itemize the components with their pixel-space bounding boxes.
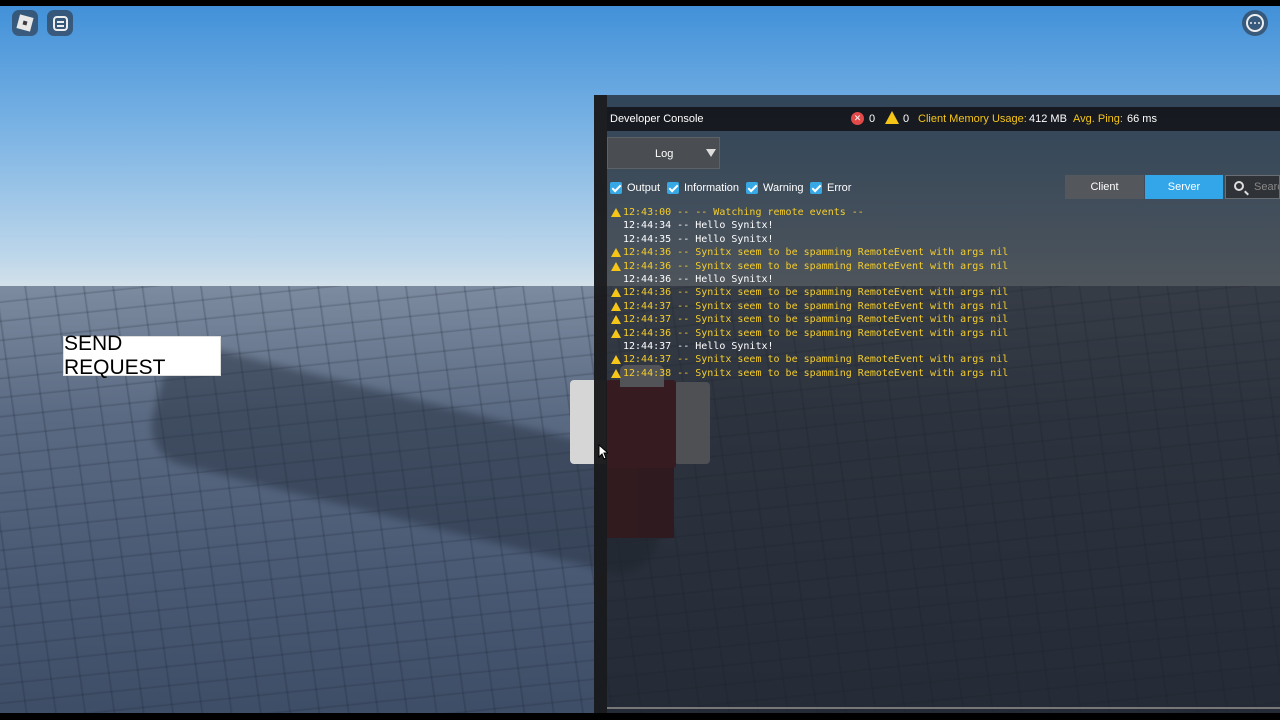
log-row: 12:44:37 -- Hello Synitx!: [609, 340, 1269, 353]
error-count: 0: [869, 113, 876, 125]
developer-console: Developer Console ✕ 0 0 Client Memory Us…: [594, 95, 1280, 713]
log-text: 12:44:34 -- Hello Synitx!: [623, 220, 774, 232]
filter-label: Output: [627, 182, 661, 194]
checkbox-checked-icon[interactable]: [746, 182, 758, 194]
log-row: 12:44:37 -- Synitx seem to be spamming R…: [609, 353, 1269, 366]
filter-information[interactable]: Information: [667, 181, 739, 195]
warning-icon: [611, 355, 621, 365]
log-text: 12:44:37 -- Synitx seem to be spamming R…: [623, 314, 1009, 326]
log-text: 12:44:36 -- Synitx seem to be spamming R…: [623, 260, 1009, 272]
log-row: 12:43:00 -- -- Watching remote events --: [609, 206, 1269, 219]
search-placeholder: Search: [1254, 181, 1279, 193]
warning-icon: [611, 301, 621, 311]
ping-value: 66 ms: [1127, 113, 1157, 125]
log-text: 12:44:38 -- Synitx seem to be spamming R…: [623, 367, 1009, 379]
log-text: 12:44:35 -- Hello Synitx!: [623, 233, 774, 245]
checkbox-checked-icon[interactable]: [810, 182, 822, 194]
send-request-button[interactable]: SEND REQUEST: [63, 332, 221, 379]
warning-icon: [611, 328, 621, 338]
log-row: 12:44:36 -- Synitx seem to be spamming R…: [609, 260, 1269, 273]
chat-icon: [52, 15, 68, 31]
log-text: 12:44:36 -- Synitx seem to be spamming R…: [623, 287, 1009, 299]
log-text: 12:44:36 -- Synitx seem to be spamming R…: [623, 247, 1009, 259]
console-header: Developer Console ✕ 0 0 Client Memory Us…: [607, 107, 1280, 131]
checkbox-checked-icon[interactable]: [667, 182, 679, 194]
roblox-menu-button[interactable]: [12, 10, 38, 36]
chat-button[interactable]: [47, 10, 73, 36]
warning-icon: [611, 248, 621, 258]
console-title: Developer Console: [610, 113, 704, 125]
log-text: 12:44:37 -- Synitx seem to be spamming R…: [623, 300, 1009, 312]
filter-output[interactable]: Output: [610, 181, 660, 195]
log-row: 12:44:36 -- Synitx seem to be spamming R…: [609, 246, 1269, 259]
chevron-down-icon: [706, 149, 716, 157]
mouse-cursor-icon: [598, 444, 608, 460]
letterbox-top: [0, 0, 1280, 6]
ping-label: Avg. Ping:: [1073, 113, 1123, 125]
log-row: 12:44:35 -- Hello Synitx!: [609, 233, 1269, 246]
memory-label: Client Memory Usage:: [918, 113, 1027, 125]
warning-icon: [611, 261, 621, 271]
filter-label: Warning: [763, 182, 804, 194]
log-text: 12:44:36 -- Synitx seem to be spamming R…: [623, 327, 1009, 339]
log-row: 12:44:36 -- Synitx seem to be spamming R…: [609, 286, 1269, 299]
filter-warning[interactable]: Warning: [746, 181, 804, 195]
log-row: 12:44:34 -- Hello Synitx!: [609, 219, 1269, 232]
checkbox-checked-icon[interactable]: [610, 182, 622, 194]
warning-icon: [611, 288, 621, 298]
dropdown-value: Log: [655, 148, 674, 160]
more-options-button[interactable]: [1242, 10, 1268, 36]
command-bar-divider: [607, 707, 1280, 709]
warning-icon: [611, 368, 621, 378]
warning-icon: [611, 315, 621, 325]
log-text: 12:44:37 -- Synitx seem to be spamming R…: [623, 354, 1009, 366]
error-icon: ✕: [851, 112, 864, 125]
search-icon: [1234, 181, 1244, 191]
filter-label: Error: [827, 182, 852, 194]
log-text: 12:44:36 -- Hello Synitx!: [623, 273, 774, 285]
search-input[interactable]: Search: [1225, 175, 1280, 199]
roblox-logo-icon: [16, 14, 34, 32]
log-row: 12:44:37 -- Synitx seem to be spamming R…: [609, 313, 1269, 326]
log-text: 12:44:37 -- Hello Synitx!: [623, 340, 774, 352]
log-list[interactable]: 12:43:00 -- -- Watching remote events --…: [609, 206, 1269, 380]
filter-label: Information: [684, 182, 740, 194]
log-row: 12:44:36 -- Synitx seem to be spamming R…: [609, 327, 1269, 340]
log-text: 12:43:00 -- -- Watching remote events --: [623, 207, 864, 218]
log-type-dropdown[interactable]: Log: [607, 137, 720, 169]
memory-value: 412 MB: [1029, 113, 1067, 125]
letterbox-bottom: [0, 713, 1280, 720]
warning-count: 0: [903, 113, 910, 125]
log-row: 12:44:38 -- Synitx seem to be spamming R…: [609, 367, 1269, 380]
filter-error[interactable]: Error: [810, 181, 851, 195]
tab-server[interactable]: Server: [1145, 175, 1223, 199]
warning-icon: [611, 208, 621, 217]
more-icon: [1246, 14, 1264, 32]
tab-client[interactable]: Client: [1065, 175, 1144, 199]
log-row: 12:44:36 -- Hello Synitx!: [609, 273, 1269, 286]
warning-icon: [885, 111, 899, 124]
log-row: 12:44:37 -- Synitx seem to be spamming R…: [609, 300, 1269, 313]
